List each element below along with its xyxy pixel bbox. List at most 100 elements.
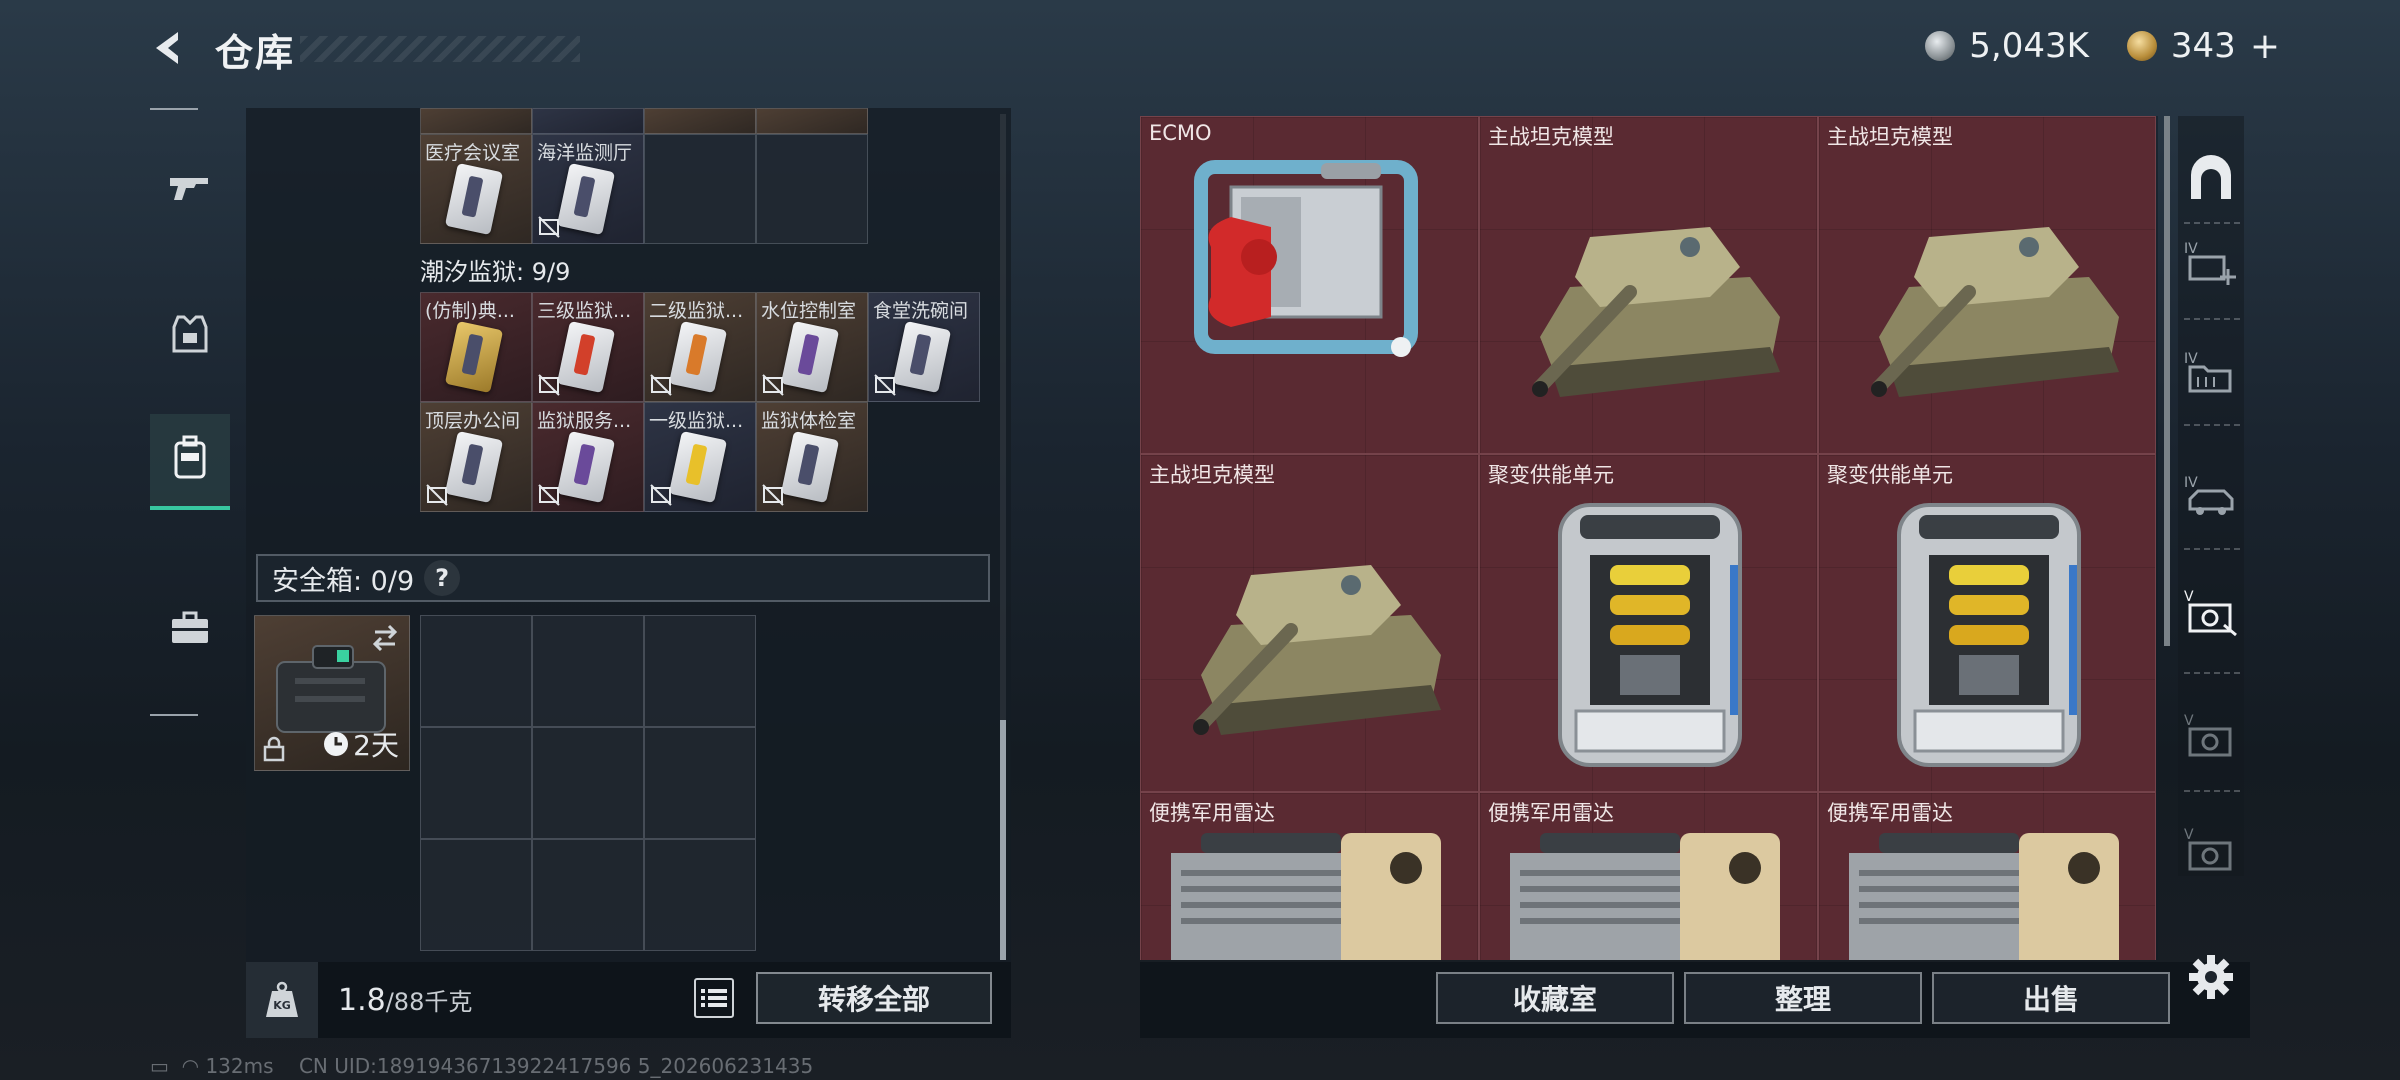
keycard-icon: [444, 162, 504, 236]
keycard-item[interactable]: 监狱服务...: [532, 402, 644, 512]
silver-amount: 5,043K: [1969, 26, 2089, 66]
no-link-icon: [538, 216, 560, 238]
stash-item-radar[interactable]: 便携军用雷达: [1479, 792, 1818, 960]
nav-case[interactable]: [150, 584, 230, 676]
empty-slot[interactable]: [644, 134, 756, 244]
stash-item-fusion[interactable]: 聚变供能单元: [1479, 454, 1818, 792]
keycard-item[interactable]: 水位控制室: [756, 292, 868, 402]
stash-tab-7[interactable]: V: [2180, 820, 2242, 882]
lock-icon: [263, 736, 285, 762]
nav-backpack[interactable]: [150, 414, 230, 510]
item-label: 聚变供能单元: [1827, 463, 1953, 487]
keycard-icon: [892, 320, 952, 394]
currency-bar: 5,043K 343 +: [1925, 26, 2280, 67]
prison-group-title: 潮汐监狱: 9/9: [420, 258, 571, 286]
back-arrow-icon[interactable]: [148, 28, 188, 68]
no-link-icon: [426, 484, 448, 506]
item-label: 海洋监测厅: [537, 142, 633, 164]
settings-gear-button[interactable]: [2186, 952, 2236, 1002]
stash-tab-6[interactable]: V: [2180, 706, 2242, 768]
keycard-item[interactable]: 一级监狱...: [644, 402, 756, 512]
silver-coin-icon: [1925, 31, 1956, 61]
divider: [2184, 222, 2240, 224]
empty-slot[interactable]: [532, 727, 644, 839]
stash-item-radar[interactable]: 便携军用雷达: [1818, 792, 2156, 960]
empty-slot[interactable]: [644, 839, 756, 951]
stash-tab-4[interactable]: IV: [2180, 466, 2242, 528]
svg-text:IV: IV: [2184, 241, 2198, 257]
empty-slot[interactable]: [756, 134, 868, 244]
inventory-scrollbar-thumb[interactable]: [1000, 720, 1006, 960]
no-link-icon: [762, 374, 784, 396]
keycard-item[interactable]: 监狱体检室: [756, 402, 868, 512]
stash-scrollbar[interactable]: [2164, 116, 2170, 646]
stash-item-tank[interactable]: 主战坦克模型: [1818, 116, 2156, 454]
safebox-timer: 2天: [323, 724, 399, 764]
collection-room-button[interactable]: 收藏室: [1436, 972, 1674, 1024]
nav-weapons[interactable]: [150, 144, 230, 236]
keycard-item[interactable]: 三级监狱...: [532, 292, 644, 402]
empty-slot[interactable]: [644, 727, 756, 839]
weight-current: 1.8: [338, 983, 386, 1018]
item-label: 食堂洗碗间: [873, 300, 969, 322]
list-item[interactable]: [756, 108, 868, 134]
keycard-item[interactable]: 医疗会议室: [420, 134, 532, 244]
divider: [2184, 672, 2240, 674]
page-title: 仓库: [215, 31, 296, 75]
item-label: 医疗会议室: [425, 142, 521, 164]
sell-button[interactable]: 出售: [1932, 972, 2170, 1024]
list-item[interactable]: [644, 108, 756, 134]
empty-slot[interactable]: [420, 839, 532, 951]
stash-item-radar[interactable]: 便携军用雷达: [1140, 792, 1479, 960]
stash-item-tank[interactable]: 主战坦克模型: [1140, 454, 1479, 792]
empty-slot[interactable]: [532, 839, 644, 951]
item-label: 二级监狱...: [649, 300, 744, 322]
list-item[interactable]: [532, 108, 644, 134]
battery-icon: ▭: [150, 1054, 169, 1078]
stash-item-tank[interactable]: 主战坦克模型: [1479, 116, 1818, 454]
empty-slot[interactable]: [420, 727, 532, 839]
add-currency-button[interactable]: +: [2250, 26, 2280, 67]
keycard-icon: [780, 320, 840, 394]
weight-kg-icon: KG: [246, 962, 318, 1038]
safebox-slots: [420, 615, 756, 951]
keycard-item[interactable]: 海洋监测厅: [532, 134, 644, 244]
stash-add-icon: IV: [2184, 241, 2236, 285]
keycard-item[interactable]: 二级监狱...: [644, 292, 756, 402]
item-label: 主战坦克模型: [1488, 125, 1614, 149]
item-label: 顶层办公间: [425, 410, 521, 432]
stash-tab-3[interactable]: IV: [2180, 342, 2242, 404]
item-label: 主战坦克模型: [1827, 125, 1953, 149]
item-label: (仿制)典...: [425, 300, 515, 322]
svg-text:KG: KG: [273, 999, 291, 1012]
keycard-icon: [556, 430, 616, 504]
keycard-item[interactable]: 顶层办公间: [420, 402, 532, 512]
keycard-item[interactable]: 食堂洗碗间: [868, 292, 980, 402]
divider: [2184, 318, 2240, 320]
item-label: 一级监狱...: [649, 410, 744, 432]
keycard-item[interactable]: (仿制)典...: [420, 292, 532, 402]
stash-tab-2[interactable]: IV: [2180, 232, 2242, 294]
organize-button[interactable]: 整理: [1684, 972, 1922, 1024]
stash-tab-5[interactable]: V: [2180, 582, 2242, 644]
prison-keycard-row-2: 顶层办公间 监狱服务... 一级监狱... 监狱体检室: [420, 402, 868, 512]
empty-slot[interactable]: [644, 615, 756, 727]
stash-item-ecmo[interactable]: ECMO: [1140, 116, 1479, 454]
empty-slot[interactable]: [420, 615, 532, 727]
transfer-all-button[interactable]: 转移全部: [756, 972, 992, 1024]
empty-slot[interactable]: [532, 615, 644, 727]
item-label: 便携军用雷达: [1488, 801, 1614, 825]
safebox-item[interactable]: 2天: [254, 615, 410, 771]
list-view-button[interactable]: [694, 978, 734, 1018]
safebox-header: 安全箱: 0/9 ?: [256, 554, 990, 602]
stash-grid: ECMO 主战坦克模型 主战坦克模型 主战坦克模型 聚变供能单元 聚变供能单元 便携军用雷达…: [1140, 116, 2158, 960]
stash-tab-main[interactable]: [2180, 148, 2242, 210]
nav-armor[interactable]: [150, 290, 230, 382]
list-item[interactable]: [420, 108, 532, 134]
divider: [2184, 548, 2240, 550]
stash-item-fusion[interactable]: 聚变供能单元: [1818, 454, 2156, 792]
svg-text:IV: IV: [2184, 475, 2198, 491]
help-button[interactable]: ?: [424, 560, 461, 596]
keycard-group-top-strip: [420, 108, 868, 134]
no-link-icon: [650, 374, 672, 396]
